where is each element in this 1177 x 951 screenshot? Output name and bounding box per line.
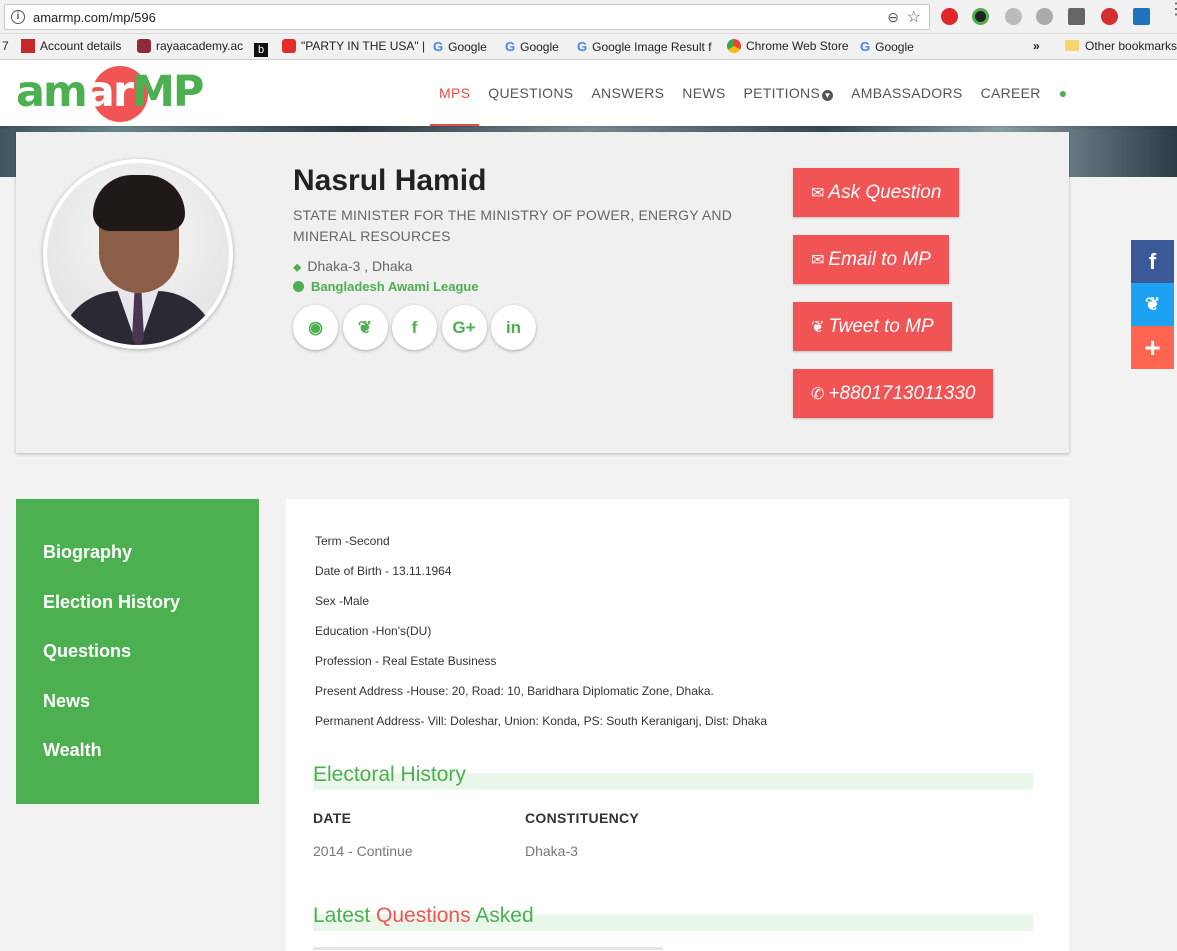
bookmark-item[interactable]: 7	[2, 39, 9, 53]
election-constituency: Dhaka-3	[525, 843, 578, 859]
mp-location: ⬥ Dhaka-3 , Dhaka	[293, 258, 413, 274]
bookmark-item[interactable]: G Google	[433, 39, 487, 54]
latest-questions-heading: Latest Questions Asked	[313, 904, 1033, 931]
nav-news[interactable]: NEWS	[673, 60, 734, 126]
col-date-header: DATE	[313, 810, 352, 826]
skype-icon[interactable]	[1005, 8, 1022, 25]
address-bar[interactable]: i amarmp.com/mp/596 ⊖ ☆	[4, 4, 930, 30]
twitter-icon[interactable]: ❦	[342, 305, 388, 350]
linkedin-icon[interactable]: in	[491, 305, 536, 350]
share-twitter-button[interactable]: ❦	[1131, 283, 1174, 326]
profile-sidebar-menu: Biography Election History Questions New…	[16, 499, 259, 804]
electoral-history-heading: Electoral History	[313, 763, 1033, 790]
map-marker-icon: ⬥	[293, 260, 302, 274]
bookmark-item[interactable]: G Google Image Result f	[577, 39, 712, 54]
ask-question-button[interactable]: ✉ Ask Question	[793, 168, 960, 217]
bookmark-item[interactable]: rayaacademy.ac	[137, 39, 243, 53]
nav-mps[interactable]: MPS	[430, 60, 480, 126]
bookmark-item[interactable]: b	[254, 39, 273, 57]
mp-party[interactable]: Bangladesh Awami League	[293, 279, 479, 294]
bio-profession: Profession - Real Estate Business	[315, 654, 497, 668]
divider	[313, 947, 663, 950]
tweet-to-mp-button[interactable]: ❦ Tweet to MP	[793, 302, 952, 351]
facebook-icon[interactable]: f	[392, 305, 437, 350]
bookmark-item[interactable]: Account details	[21, 39, 121, 53]
sidebar-item-election-history[interactable]: Election History	[43, 592, 180, 613]
chrome-web-store-icon	[727, 39, 741, 53]
election-date: 2014 - Continue	[313, 843, 413, 859]
mp-title: STATE MINISTER FOR THE MINISTRY OF POWER…	[293, 207, 733, 244]
nav-ambassadors[interactable]: AMBASSADORS	[842, 60, 971, 126]
share-facebook-button[interactable]: f	[1131, 240, 1174, 283]
user-icon: ●	[1058, 85, 1068, 101]
other-bookmarks[interactable]: Other bookmarks	[1065, 39, 1177, 53]
bookmark-item[interactable]: G Google	[860, 39, 914, 54]
sidebar-item-wealth[interactable]: Wealth	[43, 740, 102, 761]
google-icon: G	[860, 39, 871, 54]
nav-answers[interactable]: ANSWERS	[582, 60, 673, 126]
nav-career[interactable]: CAREER	[972, 60, 1050, 126]
menu-kebab-icon[interactable]: ⋮	[1168, 2, 1177, 18]
bio-dob: Date of Birth - 13.11.1964	[315, 564, 452, 578]
col-constituency-header: CONSTITUENCY	[525, 810, 640, 826]
nav-petitions[interactable]: PETITIONS ▼	[735, 60, 843, 126]
phone-button[interactable]: ✆ +8801713011330	[793, 369, 994, 418]
b-icon: b	[254, 43, 268, 57]
bio-present-address: Present Address -House: 20, Road: 10, Ba…	[315, 684, 714, 698]
bio-permanent-address: Permanent Address- Vill: Doleshar, Union…	[315, 714, 768, 728]
shield-icon	[137, 39, 151, 53]
facebook-icon: f	[1148, 249, 1157, 274]
google-plus-icon[interactable]: G+	[441, 305, 487, 350]
email-to-mp-button[interactable]: ✉ Email to MP	[793, 235, 949, 284]
browser-toolbar: i amarmp.com/mp/596 ⊖ ☆ ⋮	[0, 0, 1177, 34]
bookmark-item[interactable]: Chrome Web Store	[727, 39, 849, 53]
share-more-button[interactable]: +	[1131, 326, 1174, 369]
phone-icon: ✆	[811, 386, 825, 403]
bookmarks-bar: 7 Account details rayaacademy.ac b "PART…	[0, 34, 1177, 60]
extension-icon[interactable]	[1101, 8, 1118, 25]
sidebar-item-questions[interactable]: Questions	[43, 641, 131, 662]
more-bookmarks-button[interactable]: »	[1033, 39, 1040, 53]
bio-education: Education -Hon's(DU)	[315, 624, 432, 638]
envelope-icon: ✉	[811, 185, 825, 202]
envelope-outline-icon: ✉	[811, 252, 825, 269]
nav-user[interactable]: ●	[1050, 60, 1077, 126]
party-dot-icon	[293, 281, 304, 292]
mp-photo	[43, 159, 233, 349]
google-icon: G	[577, 39, 588, 54]
amarmp-logo[interactable]: amarMP	[16, 66, 222, 122]
site-header: amarMP MPS QUESTIONS ANSWERS NEWS PETITI…	[0, 60, 1177, 126]
globe-icon[interactable]: ◉	[293, 305, 338, 350]
url-text: amarmp.com/mp/596	[33, 10, 156, 25]
ad-block-icon[interactable]	[1068, 8, 1085, 25]
bio-term: Term -Second	[315, 534, 390, 548]
bookmark-item[interactable]: "PARTY IN THE USA" |	[282, 39, 425, 53]
google-icon: G	[505, 39, 516, 54]
bio-sex: Sex -Male	[315, 594, 370, 608]
youtube-icon	[282, 39, 296, 53]
twitter-icon: ❦	[811, 319, 825, 336]
nav-questions[interactable]: QUESTIONS	[479, 60, 582, 126]
twitter-icon: ❦	[1144, 294, 1161, 314]
sidebar-item-biography[interactable]: Biography	[43, 542, 132, 563]
main-nav: MPS QUESTIONS ANSWERS NEWS PETITIONS ▼ AM…	[430, 60, 1076, 126]
google-icon: G	[433, 39, 444, 54]
extension-icon[interactable]	[972, 8, 989, 25]
mp-name: Nasrul Hamid	[293, 164, 487, 197]
plus-icon: +	[1144, 332, 1161, 363]
profile-content: Term -Second Date of Birth - 13.11.1964 …	[286, 499, 1069, 951]
info-icon[interactable]: i	[11, 10, 25, 24]
bookmark-star-icon[interactable]: ☆	[907, 7, 921, 27]
bookmark-item[interactable]: G Google	[505, 39, 559, 54]
acca-icon	[21, 39, 35, 53]
sidebar-item-news[interactable]: News	[43, 691, 90, 712]
profile-card: Nasrul Hamid STATE MINISTER FOR THE MINI…	[16, 132, 1069, 453]
folder-icon	[1065, 40, 1079, 51]
social-links: ◉ ❦ f G+ in	[293, 305, 541, 350]
chevron-down-icon: ▼	[822, 90, 834, 101]
extension-icon[interactable]	[1036, 8, 1053, 25]
extension-icon[interactable]	[1133, 8, 1150, 25]
opera-icon[interactable]	[941, 8, 958, 25]
zoom-icon[interactable]: ⊖	[887, 9, 899, 26]
